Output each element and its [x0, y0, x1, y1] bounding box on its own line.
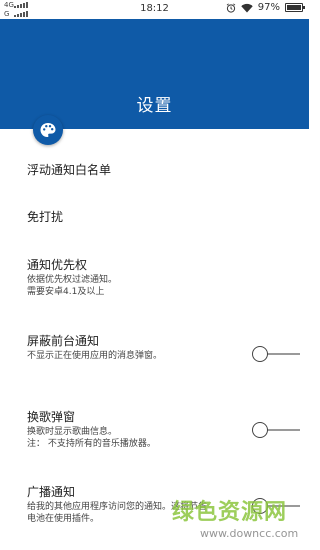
setting-do-not-disturb[interactable]: 免打扰: [27, 209, 267, 226]
setting-title: 屏蔽前台通知: [27, 334, 100, 348]
setting-title: 免打扰: [27, 210, 64, 224]
toggle-knob: [252, 498, 268, 514]
setting-block-foreground[interactable]: 屏蔽前台通知 不显示正在使用应用的消息弹窗。: [27, 333, 267, 362]
setting-title: 换歌弹窗: [27, 410, 76, 424]
watermark-url: www.downcc.com: [200, 527, 299, 540]
setting-description: 电池在使用插件。: [27, 514, 100, 524]
toggle-track: [264, 505, 300, 507]
setting-title: 广播通知: [27, 485, 76, 499]
broadcast-notifications-toggle[interactable]: [252, 496, 302, 516]
app-header: 设置: [0, 19, 309, 129]
setting-description: 依据优先权过滤通知。: [27, 275, 118, 285]
song-change-popup-toggle[interactable]: [252, 420, 302, 440]
setting-broadcast-notifications[interactable]: 广播通知 给我的其他应用程序访问您的通知。这将节省 电池在使用插件。: [27, 484, 277, 525]
setting-description: 需要安卓4.1及以上: [27, 287, 105, 297]
battery-fill: [287, 5, 301, 10]
battery-percent: 97%: [257, 2, 280, 13]
theme-button[interactable]: [33, 115, 63, 145]
status-bar: 4G G 18:12 97%: [0, 0, 309, 19]
toggle-track: [264, 429, 300, 431]
setting-description: 给我的其他应用程序访问您的通知。这将节省: [27, 502, 208, 512]
setting-title: 浮动通知白名单: [27, 163, 112, 177]
setting-description: 注： 不支持所有的音乐播放器。: [27, 439, 156, 449]
block-foreground-toggle[interactable]: [252, 344, 302, 364]
setting-title: 通知优先权: [27, 258, 88, 272]
alarm-icon: [226, 2, 236, 13]
setting-floating-whitelist[interactable]: 浮动通知白名单: [27, 162, 267, 179]
toggle-knob: [252, 422, 268, 438]
setting-song-change-popup[interactable]: 换歌弹窗 换歌时显示歌曲信息。 注： 不支持所有的音乐播放器。: [27, 409, 267, 450]
wifi-icon: [241, 3, 253, 12]
palette-icon: [40, 123, 56, 137]
toggle-knob: [252, 346, 268, 362]
setting-description: 不显示正在使用应用的消息弹窗。: [27, 351, 163, 361]
battery-icon: [285, 3, 305, 12]
setting-notification-priority[interactable]: 通知优先权 依据优先权过滤通知。 需要安卓4.1及以上: [27, 257, 267, 298]
page-title: 设置: [136, 96, 173, 116]
toggle-track: [264, 353, 300, 355]
setting-description: 换歌时显示歌曲信息。: [27, 427, 118, 437]
